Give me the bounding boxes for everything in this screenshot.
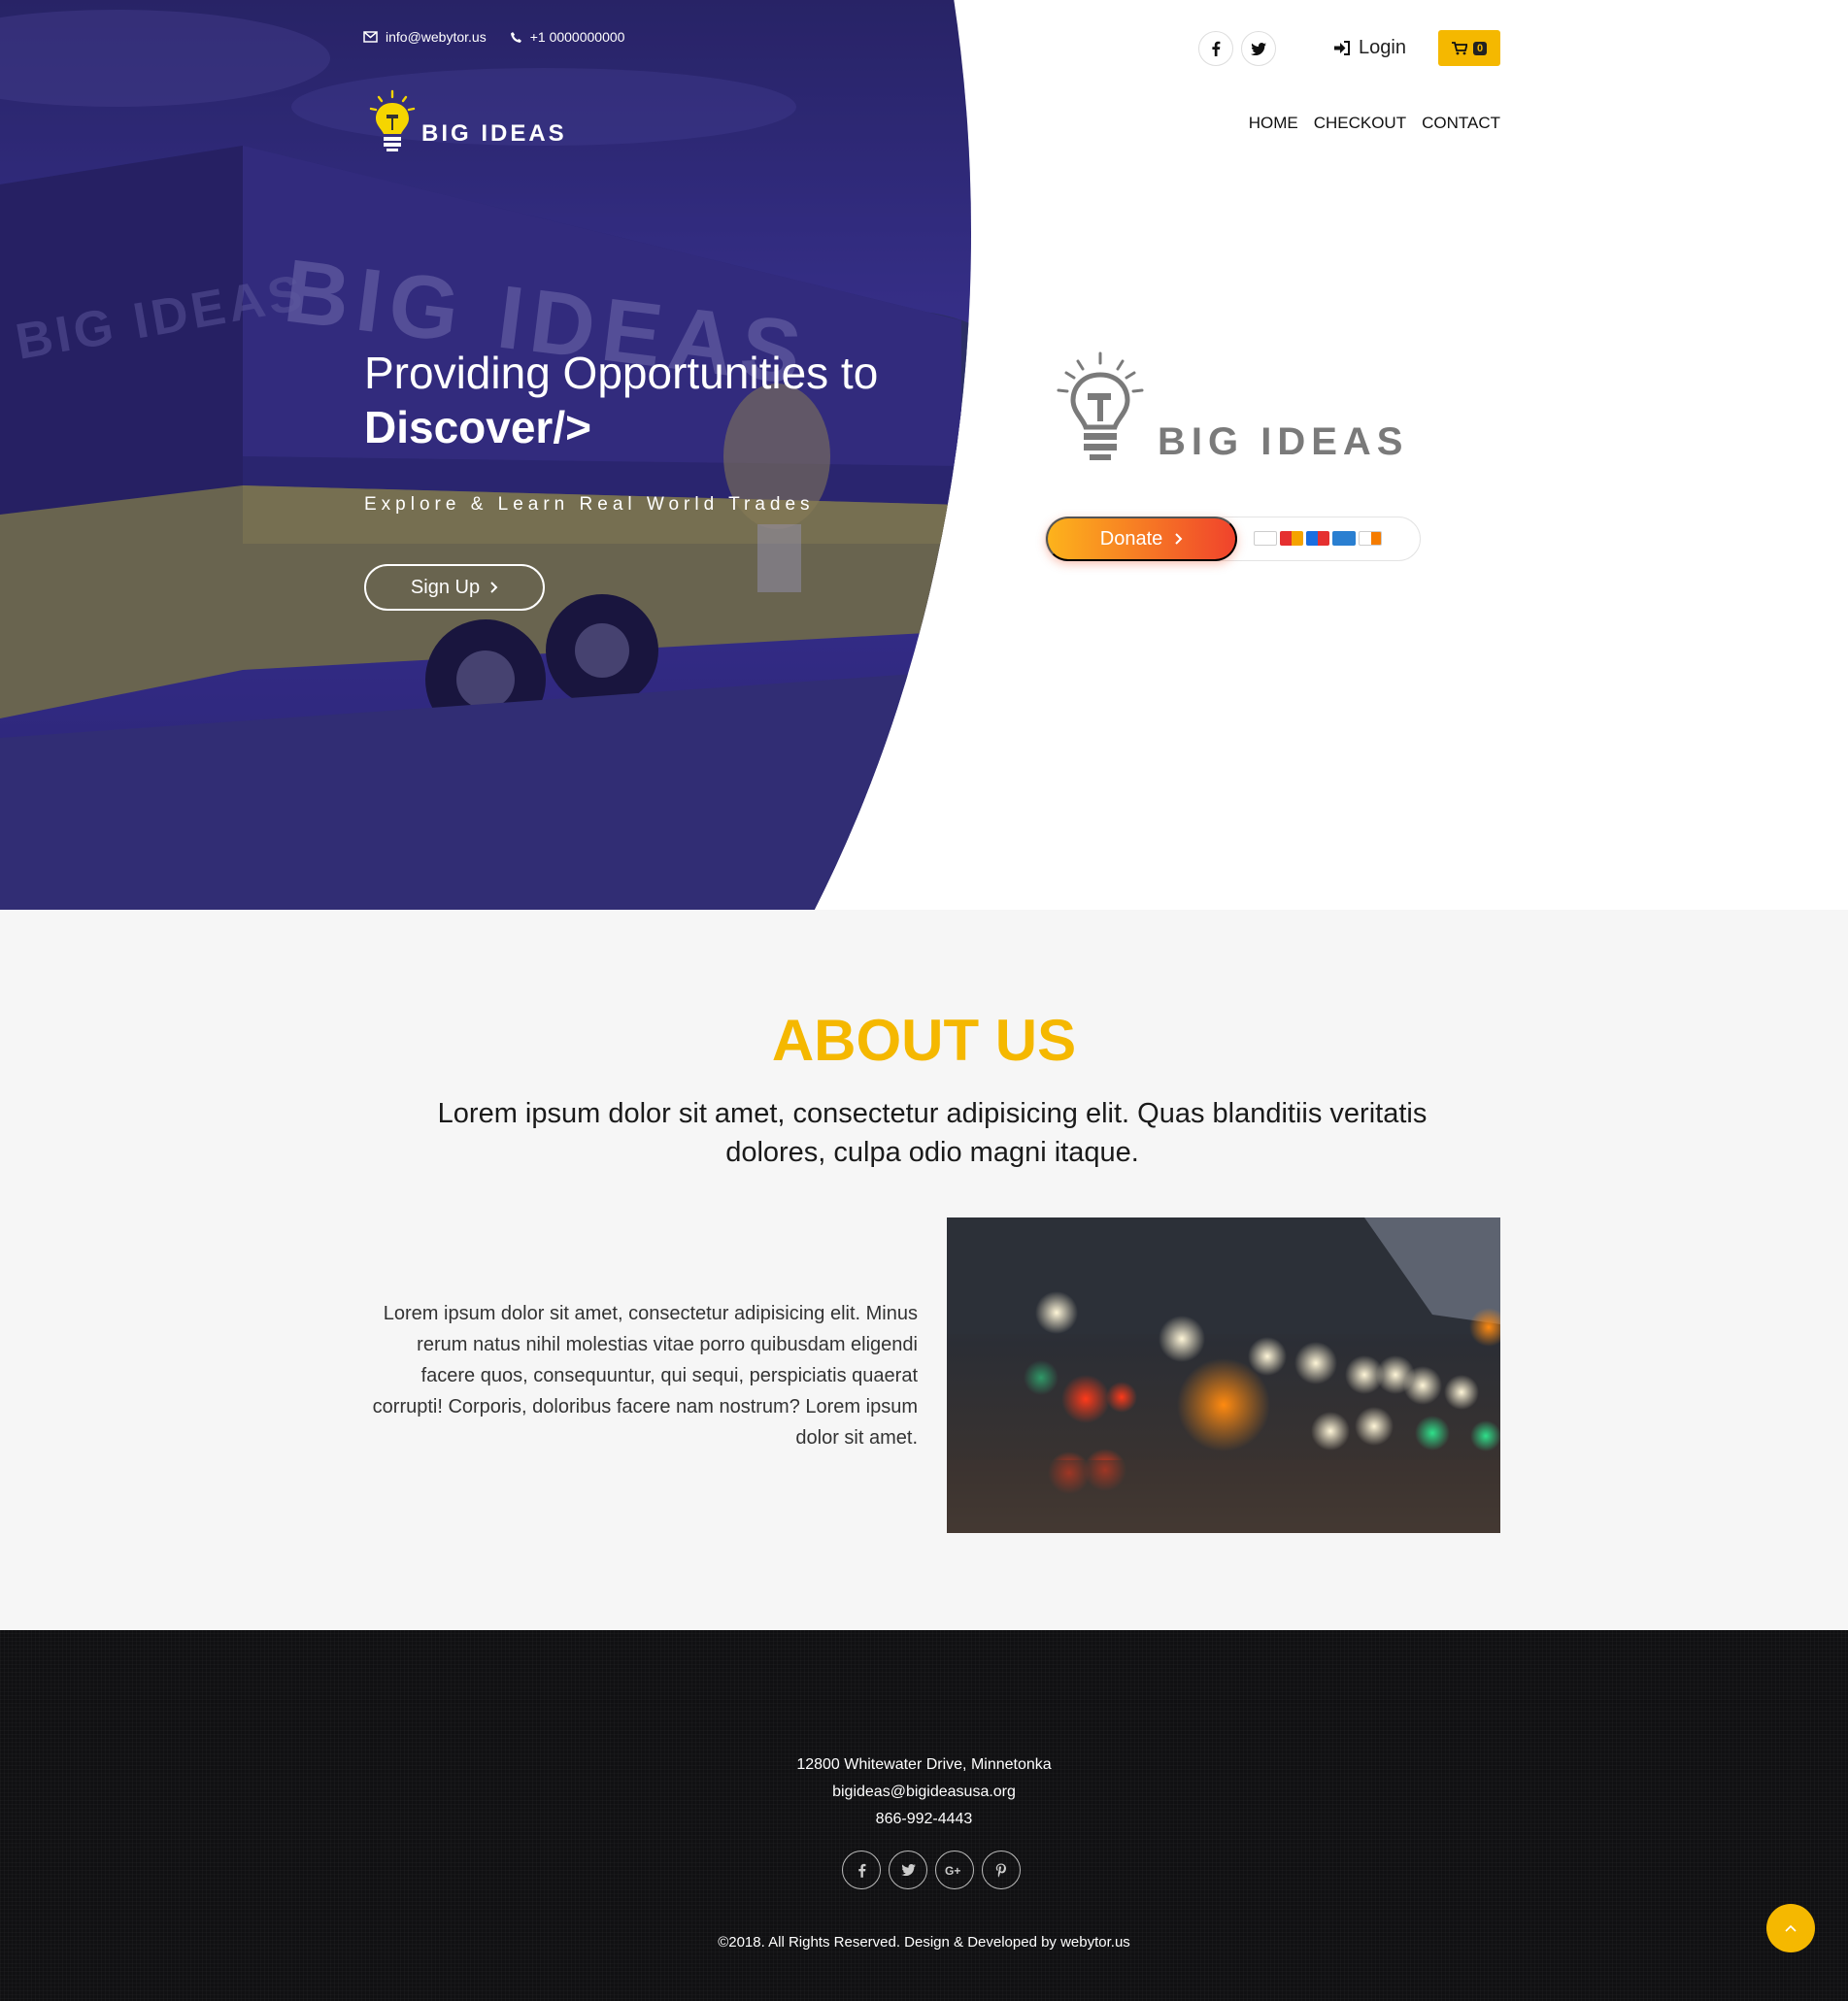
- header-social-links: [1198, 31, 1276, 66]
- cart-icon: [1451, 41, 1467, 54]
- signup-button-label: Sign Up: [410, 576, 481, 598]
- footer-social-links: G+: [842, 1851, 1021, 1889]
- google-plus-icon: G+: [945, 1864, 960, 1877]
- footer-address: 12800 Whitewater Drive, Minnetonka: [796, 1756, 1052, 1773]
- bokeh-image: [947, 1217, 1500, 1533]
- cart-count-badge: 0: [1472, 41, 1488, 55]
- about-lead: Lorem ipsum dolor sit amet, consectetur …: [437, 1098, 1428, 1168]
- topbar-email[interactable]: info@webytor.us: [363, 29, 487, 45]
- site-footer: 12800 Whitewater Drive, Minnetonka bigid…: [0, 1630, 1848, 2001]
- nav-home[interactable]: HOME: [1249, 114, 1298, 133]
- footer-email[interactable]: bigideas@bigideasusa.org: [0, 1779, 1848, 1806]
- login-link[interactable]: Login: [1334, 37, 1406, 59]
- hero-title: Providing Opportunities to Discover/>: [364, 346, 966, 454]
- about-title: ABOUT US: [771, 1008, 1077, 1073]
- hero-tagline: Explore & Learn Real World Trades: [364, 494, 815, 515]
- logo-wordmark: BIG IDEAS: [421, 120, 567, 147]
- hero-title-line2: Discover/>: [364, 402, 591, 452]
- footer-facebook-button[interactable]: [842, 1851, 881, 1889]
- hero-section: BIG IDEAS BIG IDEAS info@webytor.us +1 0…: [0, 0, 1848, 910]
- sign-in-icon: [1334, 41, 1350, 55]
- about-body: Lorem ipsum dolor sit amet, consectetur …: [372, 1303, 918, 1449]
- topbar-phone[interactable]: +1 0000000000: [510, 29, 625, 45]
- donate-button[interactable]: Donate: [1046, 517, 1237, 561]
- topbar-phone-text: +1 0000000000: [529, 29, 625, 45]
- pinterest-icon: [995, 1863, 1006, 1877]
- twitter-icon: [900, 1864, 916, 1876]
- payment-cards: [1254, 531, 1382, 546]
- facebook-icon: [857, 1863, 865, 1878]
- donate-label: Donate: [1099, 527, 1163, 550]
- footer-contact: 12800 Whitewater Drive, Minnetonka bigid…: [0, 1751, 1848, 1833]
- amex-card-icon: [1332, 531, 1356, 546]
- footer-pinterest-button[interactable]: [982, 1851, 1021, 1889]
- nav-contact[interactable]: CONTACT: [1422, 114, 1500, 133]
- chevron-up-icon: [1785, 1924, 1797, 1932]
- about-section: ABOUT US Lorem ipsum dolor sit amet, con…: [0, 910, 1848, 1630]
- phone-icon: [510, 31, 521, 43]
- site-logo[interactable]: BIG IDEAS: [367, 89, 567, 153]
- scroll-to-top-button[interactable]: [1766, 1904, 1815, 1952]
- footer-twitter-button[interactable]: [889, 1851, 927, 1889]
- twitter-icon: [1251, 42, 1266, 55]
- discover-card-icon: [1359, 531, 1382, 546]
- footer-googleplus-button[interactable]: G+: [935, 1851, 974, 1889]
- main-nav: HOME CHECKOUT CONTACT: [1249, 114, 1500, 133]
- login-label: Login: [1359, 37, 1406, 58]
- signup-button[interactable]: Sign Up: [364, 564, 545, 611]
- svg-text:G+: G+: [945, 1864, 960, 1877]
- brand-logo-large: BIG IDEAS: [1051, 351, 1408, 466]
- footer-phone[interactable]: 866-992-4443: [0, 1806, 1848, 1833]
- mastercard-card-icon: [1280, 531, 1303, 546]
- cart-button[interactable]: 0: [1438, 30, 1500, 66]
- envelope-icon: [363, 31, 378, 43]
- twitter-button[interactable]: [1241, 31, 1276, 66]
- facebook-icon: [1212, 41, 1221, 56]
- nav-checkout[interactable]: CHECKOUT: [1314, 114, 1406, 133]
- topbar: info@webytor.us +1 0000000000: [363, 29, 624, 45]
- topbar-email-text: info@webytor.us: [386, 29, 487, 45]
- facebook-button[interactable]: [1198, 31, 1233, 66]
- visa-card-icon: [1254, 531, 1277, 546]
- hero-title-line1: Providing Opportunities to: [364, 348, 879, 398]
- lightbulb-icon: [369, 89, 416, 151]
- chevron-right-icon: [1175, 533, 1183, 545]
- about-bokeh-photo: [947, 1217, 1500, 1533]
- maestro-card-icon: [1306, 531, 1329, 546]
- chevron-right-icon: [490, 582, 498, 593]
- footer-copyright: ©2018. All Rights Reserved. Design & Dev…: [718, 1934, 1130, 1951]
- logo-wordmark-large: BIG IDEAS: [1158, 420, 1409, 463]
- donate-widget: Donate: [1045, 517, 1421, 561]
- lightbulb-icon: [1057, 351, 1144, 460]
